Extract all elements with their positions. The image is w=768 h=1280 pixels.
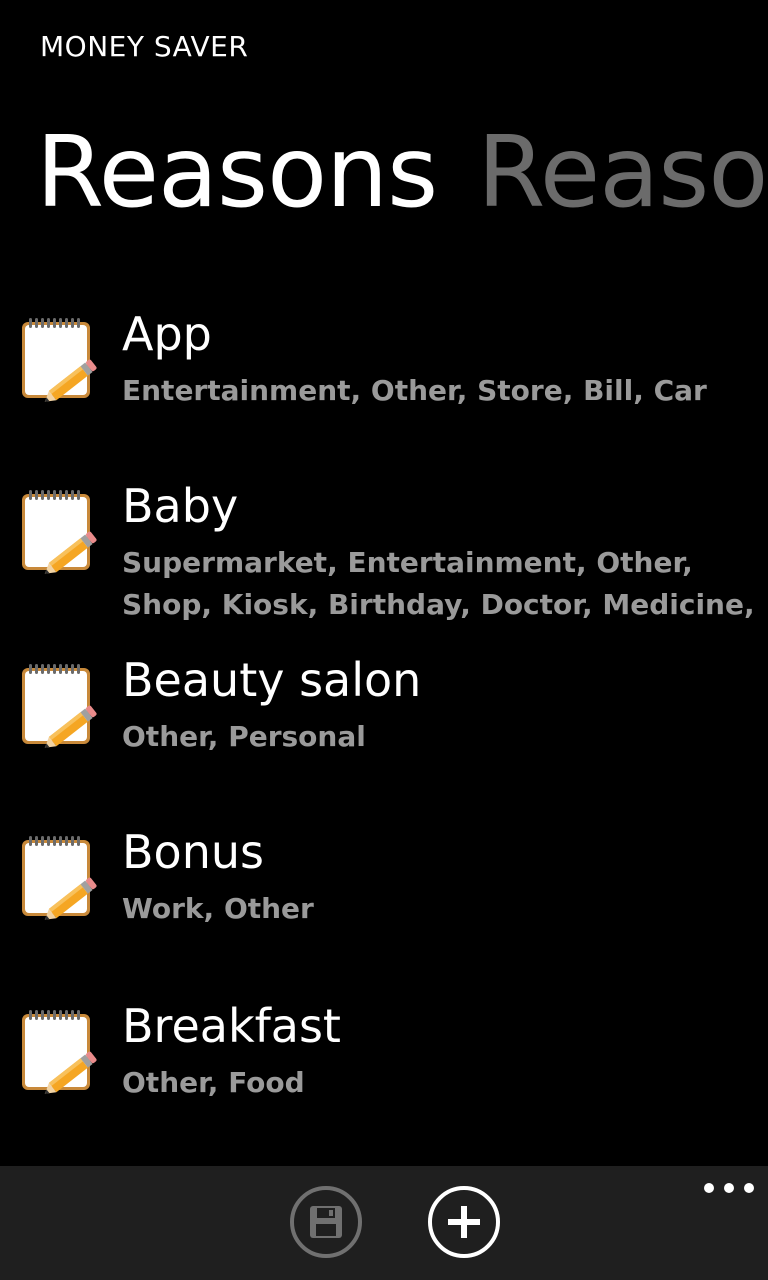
- pivot-item-reasons[interactable]: Reasons: [36, 108, 438, 238]
- notepad-pencil-icon: [22, 1010, 97, 1094]
- pivot-header: Reasons Reasons: [36, 108, 768, 238]
- reason-categories: Other, Food: [122, 1066, 305, 1099]
- save-icon: [310, 1206, 342, 1238]
- notepad-pencil-icon: [22, 318, 97, 402]
- pivot-item-next[interactable]: Reasons: [477, 108, 768, 238]
- reason-list: App Entertainment, Other, Store, Bill, C…: [0, 300, 768, 1160]
- reason-categories: Entertainment, Other, Store, Bill, Car: [122, 374, 707, 407]
- notepad-pencil-icon: [22, 664, 97, 748]
- list-item[interactable]: Baby Supermarket, Entertainment, Other, …: [0, 472, 768, 644]
- ellipsis-dot: [744, 1183, 754, 1193]
- notepad-pencil-icon: [22, 490, 97, 574]
- list-item[interactable]: Breakfast Other, Food: [0, 992, 768, 1160]
- save-button[interactable]: [290, 1186, 362, 1258]
- reason-categories: Supermarket, Entertainment, Other, Shop,…: [122, 546, 755, 621]
- reason-title: Baby: [122, 479, 239, 533]
- reason-title: Breakfast: [122, 999, 341, 1053]
- reason-title: Beauty salon: [122, 653, 422, 707]
- ellipsis-icon[interactable]: [704, 1176, 754, 1200]
- add-icon: [448, 1206, 480, 1238]
- reason-categories: Other, Personal: [122, 720, 366, 753]
- app-title: MONEY SAVER: [40, 30, 249, 63]
- ellipsis-dot: [704, 1183, 714, 1193]
- list-item[interactable]: Bonus Work, Other: [0, 818, 768, 990]
- list-item[interactable]: Beauty salon Other, Personal: [0, 646, 768, 818]
- notepad-pencil-icon: [22, 836, 97, 920]
- list-item[interactable]: App Entertainment, Other, Store, Bill, C…: [0, 300, 768, 472]
- app-bar: [0, 1166, 768, 1280]
- add-button[interactable]: [428, 1186, 500, 1258]
- reason-title: App: [122, 307, 212, 361]
- reason-title: Bonus: [122, 825, 264, 879]
- reason-categories: Work, Other: [122, 892, 314, 925]
- ellipsis-dot: [724, 1183, 734, 1193]
